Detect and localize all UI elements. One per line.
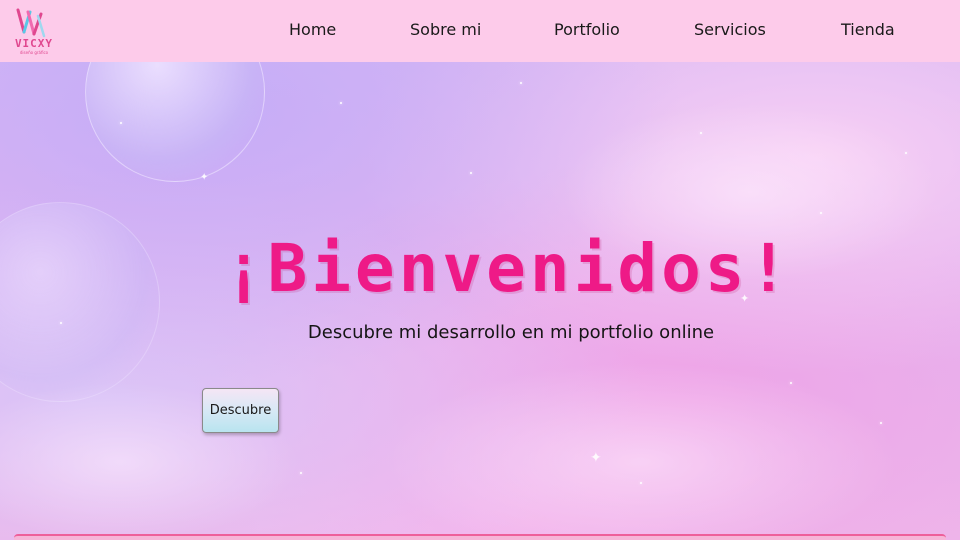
star-decoration	[640, 482, 642, 484]
star-decoration	[300, 472, 302, 474]
brand-tagline: diseño gráfico	[19, 50, 49, 55]
star-decoration	[340, 102, 342, 104]
nav-sobre-mi[interactable]: Sobre mi	[410, 20, 481, 39]
nav-portfolio[interactable]: Portfolio	[554, 20, 620, 39]
star-decoration	[700, 132, 702, 134]
nav-servicios[interactable]: Servicios	[694, 20, 766, 39]
bottom-section-edge	[14, 534, 946, 540]
nav-tienda[interactable]: Tienda	[841, 20, 895, 39]
star-decoration	[880, 422, 882, 424]
hero-section: ✦ ✦ ✦ ¡Bienvenidos! Descubre mi desarrol…	[0, 62, 960, 540]
star-decoration	[120, 122, 122, 124]
star-decoration	[470, 172, 472, 174]
star-decoration	[520, 82, 522, 84]
brand-name: VICXY	[14, 37, 54, 50]
hero-title: ¡Bienvenidos!	[223, 230, 793, 307]
cloud-decoration	[380, 362, 900, 540]
descubre-button[interactable]: Descubre	[202, 388, 279, 433]
nav-home[interactable]: Home	[289, 20, 336, 39]
sparkle-decoration: ✦	[590, 450, 602, 466]
star-decoration	[820, 212, 822, 214]
star-decoration	[790, 382, 792, 384]
moon-decoration	[85, 62, 265, 182]
hero-subtitle: Descubre mi desarrollo en mi portfolio o…	[307, 322, 715, 343]
navbar: VICXY diseño gráfico Home Sobre mi Portf…	[0, 0, 960, 62]
sparkle-decoration: ✦	[200, 172, 209, 183]
star-decoration	[905, 152, 907, 154]
